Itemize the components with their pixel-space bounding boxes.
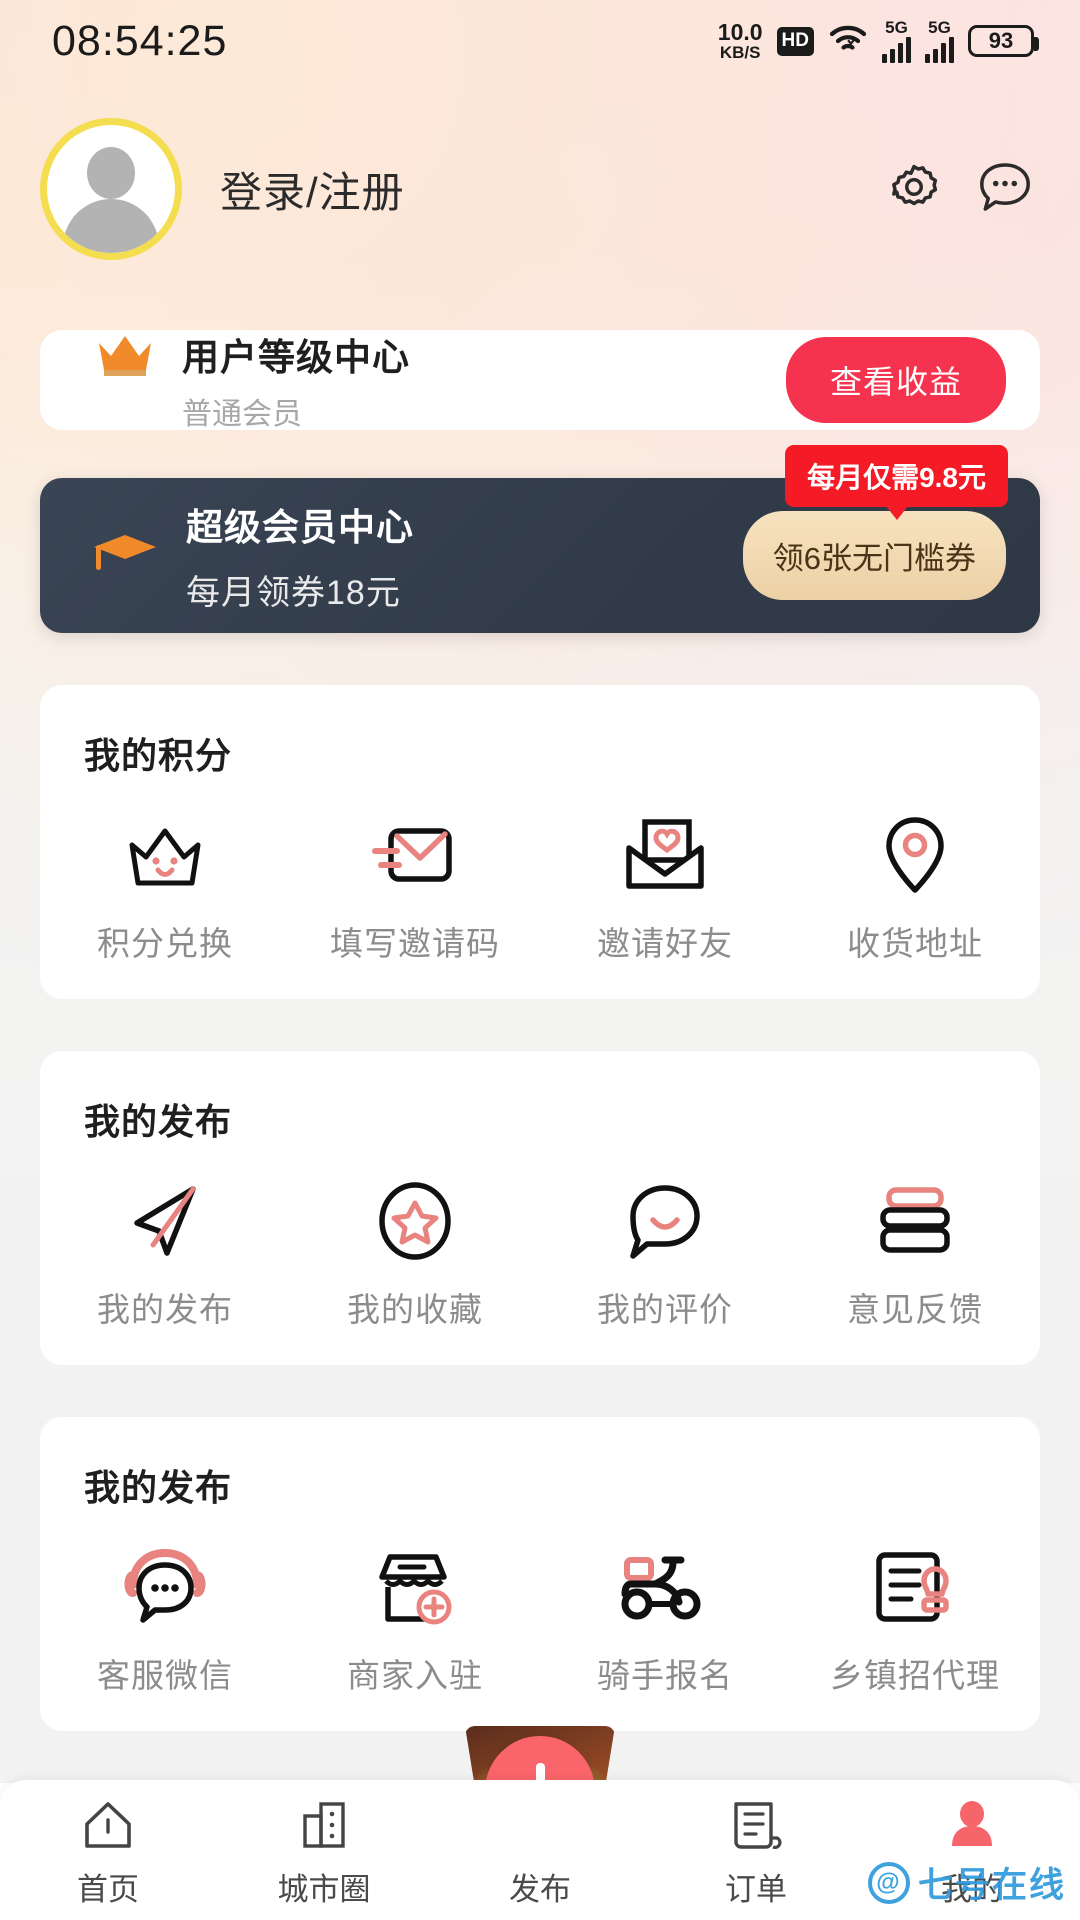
battery-icon: 93 bbox=[968, 25, 1039, 57]
grid-item-township-agent[interactable]: 乡镇招代理 bbox=[790, 1545, 1040, 1697]
sim1-label: 5G bbox=[885, 18, 908, 37]
home-icon bbox=[81, 1794, 135, 1856]
tab-label: 首页 bbox=[77, 1872, 139, 1907]
hd-icon: HD bbox=[776, 26, 814, 56]
graduation-cap-icon bbox=[90, 523, 160, 588]
section-points: 我的积分 积分兑换 填写邀请码 邀请好友 收货地址 bbox=[40, 685, 1040, 999]
watermark-text: 七号在线 bbox=[917, 1866, 1066, 1905]
section-grid: 积分兑换 填写邀请码 邀请好友 收货地址 bbox=[40, 813, 1040, 965]
battery-level: 93 bbox=[988, 28, 1014, 53]
grid-item-rider-signup[interactable]: 骑手报名 bbox=[540, 1545, 790, 1697]
person-icon bbox=[945, 1794, 999, 1856]
level-text: 用户等级中心 普通会员 bbox=[182, 327, 410, 433]
crown-face-icon bbox=[122, 813, 208, 897]
grid-label: 客服微信 bbox=[97, 1657, 233, 1694]
grid-label: 我的收藏 bbox=[347, 1291, 483, 1328]
grid-label: 我的发布 bbox=[97, 1291, 233, 1328]
section-title: 我的发布 bbox=[84, 1101, 233, 1142]
grid-item-invite-friend[interactable]: 邀请好友 bbox=[540, 813, 790, 965]
super-member-card[interactable]: 每月仅需9.8元 超级会员中心 每月领券18元 领6张无门槛券 bbox=[40, 445, 1040, 633]
scooter-icon bbox=[619, 1545, 711, 1629]
view-income-button[interactable]: 查看收益 bbox=[785, 337, 1006, 423]
grid-item-my-favorites[interactable]: 我的收藏 bbox=[290, 1179, 540, 1331]
headset-chat-icon bbox=[121, 1545, 209, 1629]
grid-label: 填写邀请码 bbox=[330, 925, 500, 962]
grid-item-my-posts[interactable]: 我的发布 bbox=[40, 1179, 290, 1331]
section-title: 我的积分 bbox=[84, 735, 233, 776]
price-badge: 每月仅需9.8元 bbox=[785, 445, 1008, 507]
profile-header: 登录/注册 bbox=[0, 104, 1080, 274]
grid-label: 意见反馈 bbox=[847, 1291, 983, 1328]
network-speed-unit: KB/S bbox=[719, 43, 761, 63]
grid-item-customer-service[interactable]: 客服微信 bbox=[40, 1545, 290, 1697]
grid-label: 商家入驻 bbox=[347, 1657, 483, 1694]
grid-item-feedback[interactable]: 意见反馈 bbox=[790, 1179, 1040, 1331]
status-indicators: 10.0 KB/S HD 5G 5G 93 bbox=[717, 18, 1039, 63]
tab-home[interactable]: 首页 bbox=[0, 1794, 216, 1909]
document-stamp-icon bbox=[873, 1545, 957, 1629]
paper-plane-icon bbox=[123, 1179, 207, 1263]
envelope-send-icon bbox=[369, 813, 461, 897]
grid-item-points-exchange[interactable]: 积分兑换 bbox=[40, 813, 290, 965]
signal-sim2-icon: 5G bbox=[925, 19, 954, 63]
tab-city[interactable]: 城市圈 bbox=[216, 1794, 432, 1909]
grid-item-merchant-join[interactable]: 商家入驻 bbox=[290, 1545, 540, 1697]
super-text: 超级会员中心 每月领券18元 bbox=[186, 497, 414, 614]
stacked-layers-icon bbox=[873, 1179, 957, 1263]
sim2-label: 5G bbox=[928, 18, 951, 37]
status-bar: 08:54:25 10.0 KB/S HD 5G 5G 93 bbox=[0, 0, 1080, 82]
claim-coupon-button[interactable]: 领6张无门槛券 bbox=[742, 511, 1006, 600]
grid-label: 乡镇招代理 bbox=[830, 1657, 1000, 1694]
envelope-heart-icon bbox=[621, 813, 709, 897]
grid-item-invite-code[interactable]: 填写邀请码 bbox=[290, 813, 540, 965]
section-services: 我的发布 客服微信 商家入驻 骑手报名 乡镇招代理 bbox=[40, 1417, 1040, 1731]
speech-smile-icon bbox=[623, 1179, 707, 1263]
tab-label: 订单 bbox=[725, 1872, 787, 1907]
grid-item-address[interactable]: 收货地址 bbox=[790, 813, 1040, 965]
tab-label: 城市圈 bbox=[277, 1872, 371, 1907]
status-time: 08:54:25 bbox=[52, 16, 228, 65]
network-speed-value: 10.0 bbox=[717, 18, 763, 45]
grid-label: 骑手报名 bbox=[597, 1657, 733, 1694]
super-info: 超级会员中心 每月领券18元 bbox=[90, 497, 414, 614]
grid-item-my-reviews[interactable]: 我的评价 bbox=[540, 1179, 790, 1331]
avatar[interactable] bbox=[40, 118, 182, 260]
level-info: 用户等级中心 普通会员 bbox=[94, 327, 410, 433]
location-pin-icon bbox=[876, 813, 954, 897]
grid-label: 积分兑换 bbox=[97, 925, 233, 962]
grid-label: 邀请好友 bbox=[597, 925, 733, 962]
section-grid: 我的发布 我的收藏 我的评价 意见反馈 bbox=[40, 1179, 1040, 1331]
profile-page: 08:54:25 10.0 KB/S HD 5G 5G 93 登录/注册 用户等… bbox=[0, 0, 1080, 1920]
header-actions bbox=[886, 159, 1034, 220]
grid-label: 收货地址 bbox=[847, 925, 983, 962]
tab-orders[interactable]: 订单 bbox=[648, 1794, 864, 1909]
super-title: 超级会员中心 bbox=[186, 507, 414, 548]
tab-label: 发布 bbox=[509, 1872, 571, 1907]
section-title: 我的发布 bbox=[84, 1467, 233, 1508]
storefront-plus-icon bbox=[372, 1545, 458, 1629]
watermark-badge-icon: @ bbox=[867, 1861, 910, 1904]
default-avatar-icon bbox=[47, 125, 175, 253]
chat-bubble-icon[interactable] bbox=[976, 159, 1034, 220]
wifi-icon bbox=[828, 23, 868, 60]
watermark: @ 七号在线 bbox=[867, 1857, 1066, 1908]
login-register-link[interactable]: 登录/注册 bbox=[220, 159, 405, 220]
receipt-icon bbox=[729, 1794, 783, 1856]
network-speed-indicator: 10.0 KB/S bbox=[717, 18, 763, 63]
section-my-posts: 我的发布 我的发布 我的收藏 我的评价 意见反馈 bbox=[40, 1051, 1040, 1365]
crown-icon bbox=[94, 327, 156, 386]
buildings-icon bbox=[297, 1794, 351, 1856]
level-subtitle: 普通会员 bbox=[182, 398, 302, 431]
level-title: 用户等级中心 bbox=[182, 337, 410, 378]
grid-label: 我的评价 bbox=[597, 1291, 733, 1328]
super-subtitle: 每月领券18元 bbox=[186, 574, 401, 612]
star-circle-icon bbox=[375, 1179, 455, 1263]
user-level-card[interactable]: 用户等级中心 普通会员 查看收益 bbox=[40, 327, 1040, 433]
section-grid: 客服微信 商家入驻 骑手报名 乡镇招代理 bbox=[40, 1545, 1040, 1697]
tab-publish[interactable]: 发布 bbox=[432, 1794, 648, 1909]
gear-icon[interactable] bbox=[886, 159, 942, 220]
signal-sim1-icon: 5G bbox=[882, 19, 911, 63]
